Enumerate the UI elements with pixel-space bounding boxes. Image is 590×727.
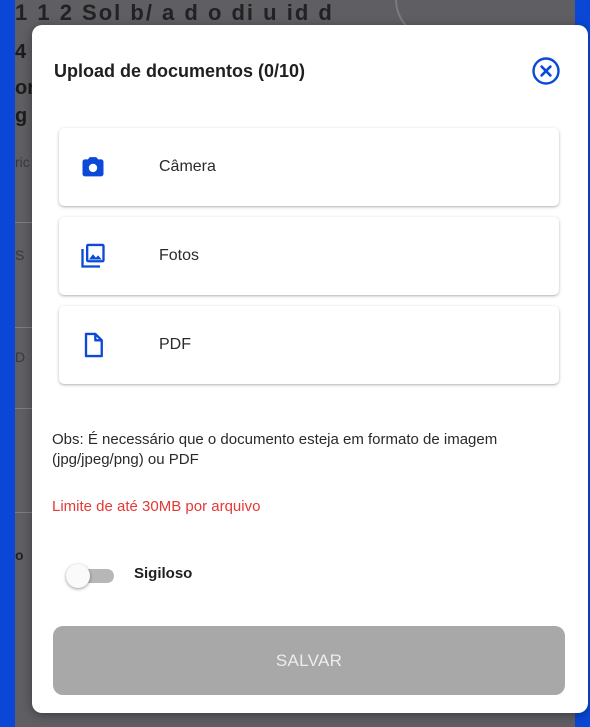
dialog-title: Upload de documentos (0/10) <box>54 61 306 81</box>
photo-library-icon <box>79 242 107 270</box>
toggle-thumb <box>66 564 90 588</box>
background-text-fragment: 4 <box>15 41 27 63</box>
format-note: Obs: É necessário que o documento esteja… <box>52 431 498 468</box>
background-text-fragment: g <box>15 105 28 127</box>
background-text-fragment: S <box>15 247 25 263</box>
option-pdf[interactable]: PDF <box>59 306 559 384</box>
save-button[interactable]: SALVAR <box>53 626 565 695</box>
option-photos[interactable]: Fotos <box>59 217 559 295</box>
background-text-fragment: o <box>15 547 24 563</box>
background-heading: 1 1 2 Sol b/ a d o di u id d <box>15 0 334 25</box>
size-limit-warning: Limite de até 30MB por arquivo <box>52 498 261 515</box>
close-circle-icon <box>532 57 560 85</box>
option-photos-label: Fotos <box>159 247 200 264</box>
confidential-toggle-label: Sigiloso <box>134 565 193 582</box>
camera-icon <box>79 153 107 181</box>
option-camera-label: Câmera <box>159 158 216 175</box>
file-icon <box>79 331 107 359</box>
option-camera[interactable]: Câmera <box>59 128 559 206</box>
option-pdf-label: PDF <box>159 336 191 353</box>
confidential-toggle[interactable] <box>66 563 116 588</box>
background-text-fragment: ric <box>15 154 30 170</box>
background-text-fragment: D <box>15 349 26 365</box>
confidential-toggle-row: Sigiloso <box>66 560 266 588</box>
upload-dialog: Upload de documentos (0/10) Câmera Fotos <box>32 25 588 713</box>
close-button[interactable] <box>530 55 562 87</box>
